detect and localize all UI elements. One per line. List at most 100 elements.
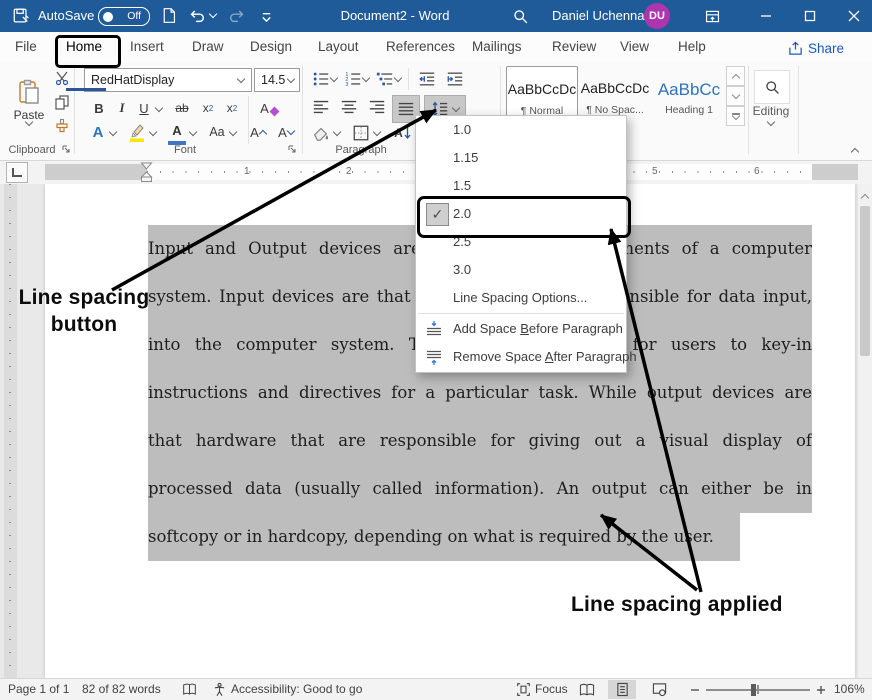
text-effects-button[interactable]: A [88,122,108,142]
style-card-heading1[interactable]: AaBbCc Heading 1 [654,66,724,124]
grow-font-button[interactable]: A [248,122,268,142]
styles-scroll-up[interactable] [726,66,745,86]
close-button[interactable] [836,0,872,32]
tab-design[interactable]: Design [250,32,292,62]
document-text-line[interactable]: processed data (usually called informati… [148,465,812,513]
change-case-button[interactable]: Aa [206,122,228,142]
highlight-chevron[interactable] [149,128,157,136]
paste-button[interactable]: Paste [8,66,50,138]
vertical-scrollbar[interactable] [858,184,872,678]
bold-button[interactable]: B [90,98,108,118]
format-painter-icon[interactable] [54,118,70,134]
font-size-combo[interactable]: 14.5 [254,68,300,92]
align-center-icon[interactable] [340,98,358,116]
search-icon[interactable] [512,8,529,25]
zoom-slider-thumb[interactable] [751,684,756,696]
collapse-ribbon-icon[interactable] [851,148,859,156]
multilevel-list-icon[interactable] [376,70,394,88]
tab-references[interactable]: References [386,32,455,62]
font-dialog-launcher-icon[interactable] [288,145,297,154]
maximize-button[interactable] [792,0,828,32]
menu-item-spacing-115[interactable]: 1.15 [416,144,626,172]
tab-help[interactable]: Help [678,32,706,62]
document-text-line[interactable]: instructions and directives for a partic… [148,369,812,417]
clear-formatting-button[interactable]: A [258,98,280,118]
scrollbar-thumb[interactable] [860,206,870,356]
word-count[interactable]: 82 of 82 words [82,679,161,700]
focus-label[interactable]: Focus [535,679,568,700]
save-icon[interactable] [12,7,30,25]
page-indicator[interactable]: Page 1 of 1 [8,679,69,700]
menu-item-spacing-15[interactable]: 1.5 [416,172,626,200]
tab-home[interactable]: Home [66,32,102,62]
tab-selector[interactable] [6,162,28,183]
strikethrough-button[interactable]: ab [172,98,192,118]
minimize-button[interactable] [748,0,784,32]
share-button[interactable]: Share [788,37,844,59]
editing-chevron[interactable] [767,118,775,126]
increase-indent-icon[interactable] [446,70,464,88]
redo-icon[interactable] [228,7,246,25]
clipboard-dialog-launcher-icon[interactable] [62,145,71,154]
accessibility-status[interactable]: Accessibility: Good to go [231,679,362,700]
menu-item-spacing-1[interactable]: 1.0 [416,116,626,144]
focus-icon[interactable] [516,682,531,700]
align-left-icon[interactable] [312,98,330,116]
menu-item-line-spacing-options[interactable]: Line Spacing Options... [416,284,626,312]
tab-review[interactable]: Review [552,32,596,62]
borders-chevron[interactable] [373,128,381,136]
tab-layout[interactable]: Layout [318,32,359,62]
decrease-indent-icon[interactable] [418,70,436,88]
copy-icon[interactable] [54,94,70,110]
font-name-combo[interactable]: RedHatDisplay [84,68,252,92]
italic-button[interactable]: I [114,98,130,118]
vertical-ruler[interactable] [4,184,17,678]
bullets-chevron[interactable] [330,74,338,82]
styles-scroll-down[interactable] [726,86,745,106]
ribbon-display-options-icon[interactable] [704,8,721,25]
indent-markers[interactable] [140,162,153,183]
avatar[interactable]: DU [644,3,670,29]
new-document-icon[interactable] [160,7,177,24]
underline-menu-chevron[interactable] [155,104,163,112]
shrink-font-button[interactable]: A [276,122,296,142]
document-text-line[interactable]: that hardware that are responsible for g… [148,417,812,465]
editing-find-button[interactable] [754,70,790,104]
zoom-in-icon[interactable] [814,680,828,699]
change-case-chevron[interactable] [229,128,237,136]
menu-item-add-space-before[interactable]: Add Space Before Paragraph [416,315,626,343]
cut-icon[interactable] [54,70,70,86]
align-right-icon[interactable] [368,98,386,116]
undo-menu-chevron[interactable] [209,10,217,18]
web-layout-button[interactable] [646,680,672,699]
tab-mailings[interactable]: Mailings [472,32,522,62]
shading-icon[interactable] [312,124,330,142]
proofing-icon[interactable] [182,682,197,700]
menu-item-spacing-3[interactable]: 3.0 [416,256,626,284]
tab-draw[interactable]: Draw [192,32,224,62]
read-mode-button[interactable] [574,680,600,699]
tab-file[interactable]: File [15,32,37,62]
user-name[interactable]: Daniel Uchenna [552,0,645,32]
subscript-button[interactable]: x2 [198,98,218,118]
font-color-chevron[interactable] [189,128,197,136]
multilevel-chevron[interactable] [394,74,402,82]
zoom-out-icon[interactable] [688,680,702,699]
scroll-up-icon[interactable] [861,194,869,202]
accessibility-icon[interactable] [212,682,227,700]
underline-button[interactable]: U [136,98,152,118]
print-layout-button[interactable] [608,680,636,699]
bullets-icon[interactable] [312,70,330,88]
undo-icon[interactable] [188,7,206,25]
font-color-button[interactable]: A [168,122,186,145]
highlight-color-button[interactable] [128,122,146,142]
text-effects-chevron[interactable] [109,128,117,136]
autosave-toggle[interactable]: Off [98,7,150,26]
menu-item-spacing-2-selected[interactable]: ✓ 2.0 [416,200,626,228]
menu-item-spacing-25[interactable]: 2.5 [416,228,626,256]
numbering-icon[interactable]: 123 [344,70,362,88]
numbering-chevron[interactable] [362,74,370,82]
document-text-line[interactable]: softcopy or in hardcopy, depending on wh… [148,513,812,561]
tab-view[interactable]: View [620,32,649,62]
tab-insert[interactable]: Insert [130,32,164,62]
